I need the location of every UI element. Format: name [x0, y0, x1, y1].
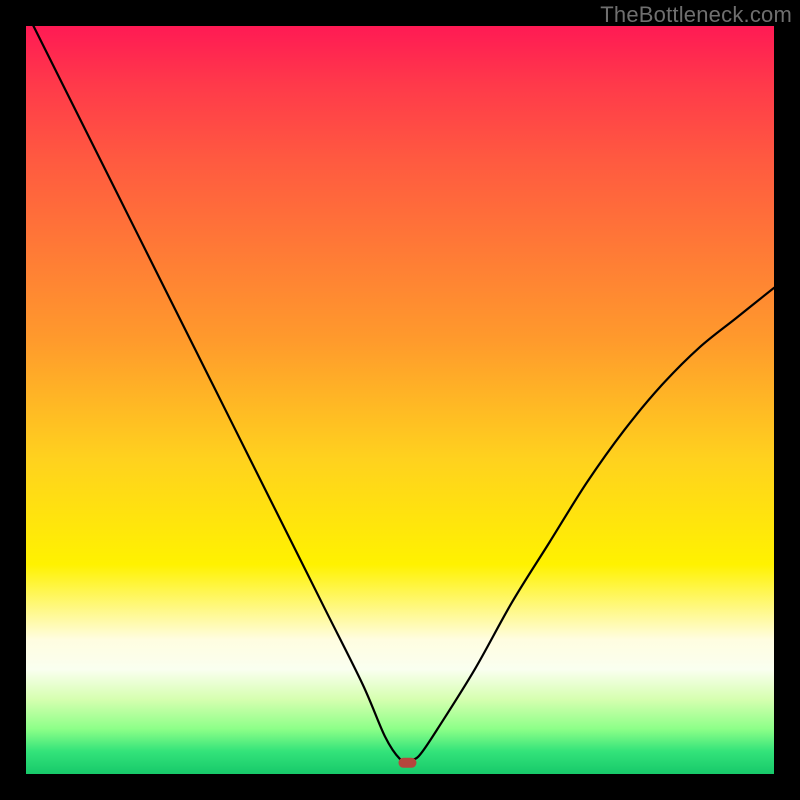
chart-frame: TheBottleneck.com: [0, 0, 800, 800]
optimum-marker: [398, 758, 416, 768]
bottleneck-curve-path: [26, 26, 774, 761]
bottleneck-curve-svg: [26, 26, 774, 774]
watermark-text: TheBottleneck.com: [600, 2, 792, 28]
plot-area: [26, 26, 774, 774]
